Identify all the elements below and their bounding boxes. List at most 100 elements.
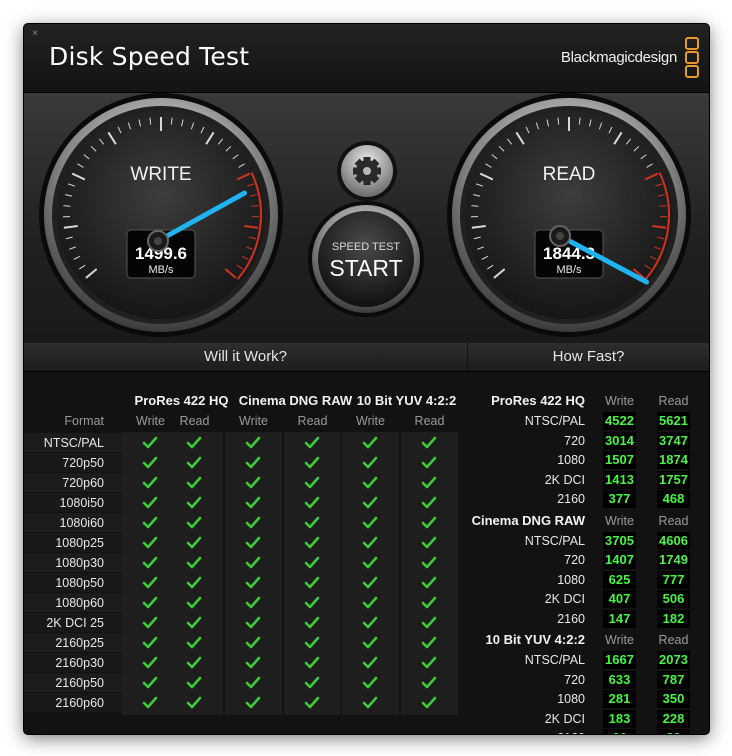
checkmark-icon [303,494,321,512]
read-label: READ [543,164,596,185]
start-button[interactable]: SPEED TEST START [308,201,424,317]
read-speed-value: 506 [657,590,690,608]
checkmark-icon [361,434,379,452]
checkmark-icon [141,574,159,592]
how-fast-codec-header: ProRes 422 HQ [491,393,585,408]
checkmark-icon [141,494,159,512]
checkmark-icon [185,614,203,632]
checkmark-icon [303,614,321,632]
format-label: NTSC/PAL [43,436,104,450]
checkmark-icon [141,594,159,612]
checkmark-icon [141,634,159,652]
checkmark-icon [420,474,438,492]
checkmark-icon [244,634,262,652]
how-fast-write-header: Write [605,394,634,408]
checkmark-icon [244,614,262,632]
read-gauge: READ 1844.3MB/s [447,93,691,337]
read-speed-value: 350 [657,690,690,708]
read-speed-value: 4606 [657,531,690,550]
checkmark-icon [361,514,379,532]
checkmark-icon [141,614,159,632]
checkmark-icon [141,434,159,452]
checkmark-icon [141,514,159,532]
how-fast-format-label: 720 [564,433,585,448]
checkmark-icon [303,554,321,572]
gauges-graphic: WRITE1499.6MB/sREAD1844.3MB/sSPEED TESTS… [39,93,691,337]
read-speed-value: 5621 [657,412,690,430]
write-speed-value: 377 [603,490,636,508]
checkmark-icon [361,674,379,692]
read-speed-value: 1749 [657,551,690,569]
checkmark-icon [185,434,203,452]
format-label: 2160p25 [55,636,104,650]
checkmark-icon [361,634,379,652]
write-speed-value: 4522 [603,412,636,430]
read-speed-value: 182 [657,609,690,628]
checkmark-icon [303,674,321,692]
checkmark-icon [185,654,203,672]
column-subheader: Write [356,414,385,428]
checkmark-icon [244,674,262,692]
app-window: × Disk Speed Test Blackmagicdesign WRITE… [24,24,709,734]
checkmark-icon [420,634,438,652]
read-needle-hub-center [556,232,564,240]
read-speed-value: 228 [657,709,690,728]
start-button-caption: SPEED TEST [332,241,401,253]
format-label: 2160p50 [55,676,104,690]
write-speed-value: 147 [603,609,636,628]
format-label: 1080p30 [55,556,104,570]
how-fast-format-label: 2K DCI [544,592,585,606]
gauge-panel: WRITE 1499.6 MB/s READ 1844.3 MB/s SPEED TEST S… [24,93,709,343]
read-value: 1844.3 [543,244,595,263]
checkmark-icon [185,474,203,492]
checkmark-icon [361,654,379,672]
checkmark-icon [361,554,379,572]
read-speed-value: 777 [657,570,690,589]
close-icon[interactable]: × [30,29,40,39]
how-fast-format-label: 1080 [557,572,585,587]
checkmark-icon [303,514,321,532]
read-speed-value: 1757 [657,470,690,489]
format-label: 720p50 [62,456,104,470]
checkmark-icon [361,594,379,612]
how-fast-format-label: NTSC/PAL [524,414,585,428]
how-fast-format-label: NTSC/PAL [524,653,585,667]
results-area: Will it Work? How Fast? ProRes 422 HQ Cin… [24,343,709,734]
checkmark-icon [244,434,262,452]
checkmark-icon [185,534,203,552]
settings-button[interactable] [337,141,397,201]
checkmark-icon [185,454,203,472]
format-label: 1080i50 [59,496,105,510]
how-fast-format-label: NTSC/PAL [524,533,585,548]
checkmark-icon [361,454,379,472]
checkmark-icon [303,574,321,592]
read-tick [659,205,667,207]
checkmark-icon [420,554,438,572]
checkmark-icon [244,514,262,532]
checkmark-icon [420,494,438,512]
checkmark-icon [185,494,203,512]
checkmark-icon [185,694,203,712]
checkmark-icon [185,514,203,532]
write-label: WRITE [130,164,191,185]
checkmark-icon [420,654,438,672]
format-label: 2K DCI 25 [46,616,104,630]
checkmark-icon [361,574,379,592]
write-speed-value: 1407 [603,551,636,569]
checkmark-icon [244,574,262,592]
write-speed-value: 1667 [603,651,636,669]
checkmark-icon [244,454,262,472]
checkmark-icon [185,554,203,572]
read-speed-value: 3747 [657,431,690,450]
how-fast-header: How Fast? [468,343,709,372]
checkmark-icon [303,434,321,452]
format-label: 1080p50 [55,576,104,590]
how-fast-read-header: Read [658,513,689,528]
column-subheader: Write [239,414,268,428]
checkmark-icon [420,534,438,552]
checkmark-icon [303,694,321,712]
checkmark-icon [303,454,321,472]
write-tick [63,205,71,207]
checkmark-icon [420,594,438,612]
how-fast-codec-header: 10 Bit YUV 4:2:2 [485,632,585,647]
